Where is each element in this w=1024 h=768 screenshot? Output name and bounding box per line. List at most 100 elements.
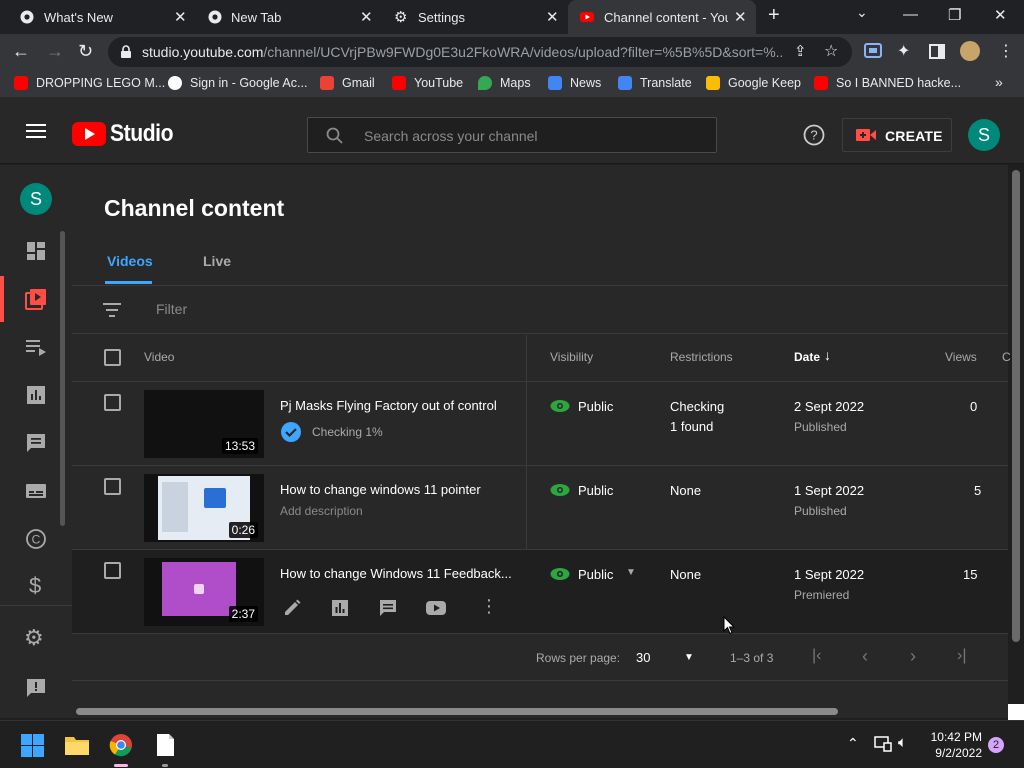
monetization-dollar-icon[interactable]: $ — [29, 573, 41, 599]
browser-tab-channel-content[interactable]: Channel content - YouTube Studio ✕ — [568, 0, 756, 34]
previous-page-icon[interactable]: ‹ — [862, 646, 868, 667]
rows-per-page-dropdown-icon[interactable]: ▼ — [684, 652, 694, 663]
sidebar-scrollbar[interactable] — [60, 231, 65, 526]
tab-search-chevron-icon[interactable]: ⌄ — [856, 4, 868, 21]
chrome-taskbar-icon[interactable] — [109, 733, 133, 757]
tab-videos[interactable]: Videos — [107, 253, 153, 269]
cast-icon[interactable] — [864, 43, 882, 59]
visibility-value[interactable]: Public — [578, 567, 613, 582]
hamburger-menu-icon[interactable] — [26, 124, 46, 138]
browser-tab-settings[interactable]: ⚙ Settings ✕ — [382, 0, 568, 34]
edit-pencil-icon[interactable] — [282, 598, 302, 618]
close-tab-icon[interactable]: ✕ — [546, 8, 559, 26]
bookmark-item[interactable]: Google Keep — [706, 76, 801, 90]
options-kebab-icon[interactable]: ⋮ — [480, 596, 498, 617]
address-bar[interactable]: studio.youtube.com/channel/UCVrjPBw9FWDg… — [108, 37, 852, 67]
table-row[interactable]: 0:26 How to change windows 11 pointer Ad… — [72, 466, 1008, 550]
table-row[interactable]: 2:37 How to change Windows 11 Feedback..… — [72, 550, 1008, 634]
bookmark-item[interactable]: YouTube — [392, 76, 463, 90]
subtitles-icon[interactable] — [24, 479, 48, 503]
video-thumbnail[interactable]: 0:26 — [144, 474, 264, 542]
restriction-detail[interactable]: 1 found — [670, 419, 713, 434]
new-tab-button[interactable]: + — [768, 4, 780, 27]
video-thumbnail[interactable]: 2:37 — [144, 558, 264, 626]
network-icon[interactable] — [874, 736, 892, 752]
youtube-play-icon[interactable] — [425, 598, 447, 618]
column-header-views[interactable]: Views — [945, 350, 977, 364]
video-thumbnail[interactable]: 13:53 — [144, 390, 264, 458]
filter-input[interactable]: Filter — [156, 301, 187, 317]
comments-icon[interactable] — [378, 598, 398, 618]
youtube-logo-icon[interactable] — [72, 122, 106, 146]
bookmark-item[interactable]: Maps — [478, 76, 531, 90]
channel-search-input[interactable]: Search across your channel — [307, 117, 717, 153]
restore-button[interactable]: ❐ — [948, 6, 961, 24]
windows-start-icon[interactable] — [21, 734, 44, 757]
feedback-icon[interactable] — [24, 676, 48, 700]
add-description-link[interactable]: Add description — [280, 504, 363, 518]
settings-gear-icon[interactable]: ⚙ — [24, 625, 44, 651]
next-page-icon[interactable]: › — [910, 646, 916, 667]
share-icon[interactable]: ⇪ — [794, 42, 807, 60]
notification-badge[interactable]: 2 — [988, 737, 1004, 753]
extensions-puzzle-icon[interactable]: ✦ — [897, 41, 910, 61]
visibility-value[interactable]: Public — [578, 483, 613, 498]
minimize-button[interactable]: — — [903, 6, 918, 23]
close-window-button[interactable]: ✕ — [994, 6, 1007, 24]
rows-per-page-select[interactable]: 30 — [636, 650, 650, 665]
file-explorer-icon[interactable] — [64, 734, 90, 756]
visibility-dropdown-arrow-icon[interactable]: ▼ — [626, 567, 636, 578]
bookmark-item[interactable]: DROPPING LEGO M... — [14, 76, 165, 90]
dashboard-icon[interactable] — [24, 239, 48, 263]
back-icon[interactable]: ← — [12, 41, 30, 62]
kebab-menu-icon[interactable]: ⋮ — [998, 41, 1014, 61]
tab-live[interactable]: Live — [203, 253, 231, 269]
playlists-icon[interactable] — [24, 335, 48, 359]
more-bookmarks-chevron-icon[interactable]: » — [995, 74, 1003, 90]
content-icon[interactable] — [24, 287, 48, 311]
tray-overflow-chevron-icon[interactable]: ⌃ — [847, 735, 859, 752]
row-checkbox[interactable] — [104, 562, 121, 579]
row-checkbox[interactable] — [104, 394, 121, 411]
volume-icon[interactable]: 🔈︎ — [898, 734, 907, 751]
row-checkbox[interactable] — [104, 478, 121, 495]
help-icon[interactable]: ? — [803, 124, 825, 146]
column-header-date[interactable]: Date — [794, 350, 820, 364]
last-page-icon[interactable]: ›| — [957, 647, 966, 665]
video-title[interactable]: How to change Windows 11 Feedback... — [280, 566, 512, 581]
bookmark-star-icon[interactable]: ☆ — [824, 41, 838, 61]
video-title[interactable]: Pj Masks Flying Factory out of control — [280, 398, 520, 413]
bookmark-item[interactable]: News — [548, 76, 601, 90]
profile-avatar[interactable] — [960, 41, 980, 61]
bookmark-item[interactable]: So I BANNED hacke... — [814, 76, 961, 90]
main-vertical-scrollbar[interactable] — [1012, 170, 1020, 642]
table-row[interactable]: 13:53 Pj Masks Flying Factory out of con… — [72, 382, 1008, 466]
column-header-comments[interactable]: C — [1002, 350, 1011, 364]
forward-icon[interactable]: → — [46, 41, 64, 62]
account-avatar[interactable]: S — [968, 119, 1000, 151]
column-header-visibility[interactable]: Visibility — [550, 350, 593, 364]
video-title[interactable]: How to change windows 11 pointer — [280, 482, 520, 497]
close-tab-icon[interactable]: ✕ — [360, 8, 373, 26]
bookmark-item[interactable]: Gmail — [320, 76, 375, 90]
column-header-restrictions[interactable]: Restrictions — [670, 350, 733, 364]
comments-icon[interactable] — [24, 431, 48, 455]
select-all-checkbox[interactable] — [104, 349, 121, 366]
channel-avatar[interactable]: S — [20, 183, 52, 215]
browser-tab-whats-new[interactable]: What's New ✕ — [0, 0, 196, 34]
copyright-icon[interactable]: C — [24, 527, 48, 551]
side-panel-icon[interactable] — [929, 44, 945, 59]
lock-icon[interactable] — [120, 45, 132, 59]
close-tab-icon[interactable]: ✕ — [174, 8, 187, 26]
first-page-icon[interactable]: |‹ — [812, 647, 821, 665]
close-tab-icon[interactable]: ✕ — [734, 8, 747, 26]
analytics-icon[interactable] — [330, 598, 350, 618]
clock-time[interactable]: 10:42 PM — [920, 730, 982, 744]
sort-descending-arrow-icon[interactable]: ↓ — [824, 347, 831, 363]
filter-icon[interactable] — [103, 303, 121, 317]
analytics-icon[interactable] — [24, 383, 48, 407]
visibility-value[interactable]: Public — [578, 399, 613, 414]
create-button[interactable]: CREATE — [842, 118, 952, 152]
browser-tab-new-tab[interactable]: New Tab ✕ — [196, 0, 382, 34]
clock-date[interactable]: 9/2/2022 — [920, 746, 982, 760]
